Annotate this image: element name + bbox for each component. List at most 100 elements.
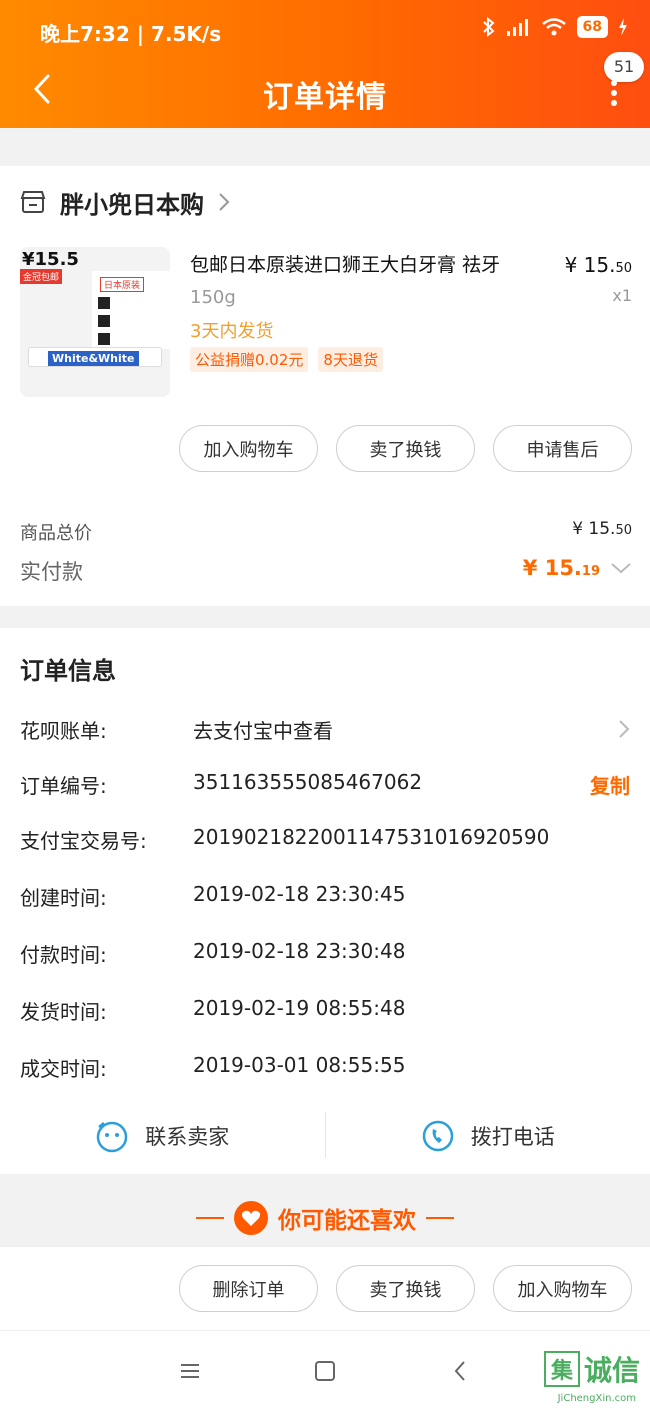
- watermark-text: 诚信: [583, 1354, 640, 1387]
- app-header: 晚上7:32 | 7.5K/s 68 订单详情 51: [0, 0, 650, 128]
- total-price-label: 商品总价: [20, 523, 92, 544]
- signal-icon: [506, 19, 528, 36]
- status-time: 晚上7:32 | 7.5K/s: [40, 22, 222, 46]
- watermark-url: JiChengXin.com: [557, 1393, 636, 1404]
- total-dec: 50: [615, 523, 632, 538]
- store-icon: [20, 191, 46, 213]
- thumbnail-brand: White&White: [48, 351, 139, 366]
- watermark-logo: 集: [543, 1351, 580, 1387]
- battery-indicator: 68: [576, 16, 608, 38]
- recommend-label: 你可能还喜欢: [278, 1208, 416, 1234]
- shipped-time-row: 发货时间: 2019-02-19 08:55:48: [20, 996, 632, 1026]
- tag-return: 8天退货: [318, 347, 383, 372]
- product-price: ¥ 15.50: [565, 253, 632, 277]
- checkbox-icon: [98, 297, 110, 309]
- checkbox-icon: [98, 333, 110, 345]
- info-key: 成交时间:: [20, 1057, 107, 1081]
- info-key: 创建时间:: [20, 886, 107, 910]
- chevron-right-icon: [619, 720, 630, 738]
- call-phone-label: 拨打电话: [470, 1125, 555, 1149]
- store-header[interactable]: 胖小兜日本购: [20, 186, 230, 219]
- call-phone-button[interactable]: 拨打电话: [326, 1108, 650, 1164]
- paid-int: ¥ 15.: [522, 556, 582, 580]
- info-key: 支付宝交易号:: [20, 829, 147, 853]
- paid-label: 实付款: [20, 560, 83, 584]
- thumbnail-price: ¥15.5: [22, 249, 79, 270]
- menu-button[interactable]: [170, 1355, 210, 1387]
- resell-button[interactable]: 卖了换钱: [336, 1265, 475, 1312]
- add-to-cart-button[interactable]: 加入购物车: [493, 1265, 632, 1312]
- paid-time-row: 付款时间: 2019-02-18 23:30:48: [20, 939, 632, 969]
- info-key: 付款时间:: [20, 943, 107, 967]
- site-watermark: 集 诚信 JiChengXin.com: [543, 1349, 640, 1404]
- product-title[interactable]: 包邮日本原装进口狮王大白牙膏 祛牙: [190, 250, 500, 277]
- contact-bar: 联系卖家 拨打电话: [0, 1108, 650, 1164]
- add-to-cart-button[interactable]: 加入购物车: [179, 425, 318, 472]
- info-value: 2019021822001147531016920590: [193, 825, 550, 849]
- thumbnail-box-title: 日本原装: [100, 277, 145, 292]
- more-dot-icon: [611, 80, 617, 86]
- info-key: 发货时间:: [20, 1000, 107, 1024]
- info-key: 订单编号:: [20, 774, 107, 798]
- home-square-icon: [315, 1361, 335, 1381]
- phone-icon: [422, 1120, 453, 1152]
- checkbox-icon: [98, 315, 110, 327]
- home-button[interactable]: [305, 1355, 345, 1387]
- chevron-down-icon: [611, 563, 631, 574]
- bottom-actions: 删除订单 卖了换钱 加入购物车: [0, 1265, 632, 1312]
- info-value: 2019-03-01 08:55:55: [193, 1053, 406, 1077]
- product-actions: 加入购物车 卖了换钱 申请售后: [0, 425, 632, 472]
- product-quantity: x1: [612, 286, 632, 305]
- info-value: 去支付宝中查看: [193, 719, 333, 743]
- huabei-bill-row[interactable]: 花呗账单: 去支付宝中查看: [20, 715, 632, 745]
- more-dot-icon: [611, 100, 617, 106]
- chevron-right-icon: [219, 193, 230, 211]
- paid-value: ¥ 15.19: [523, 556, 632, 580]
- contact-seller-button[interactable]: 联系卖家: [0, 1108, 325, 1164]
- bottom-action-bar: 删除订单 卖了换钱 加入购物车: [0, 1246, 650, 1330]
- chat-face-icon: [97, 1121, 128, 1153]
- contact-seller-label: 联系卖家: [145, 1125, 230, 1149]
- more-options-button[interactable]: [604, 76, 624, 110]
- order-info-title: 订单信息: [20, 657, 116, 685]
- bluetooth-icon: [482, 17, 495, 37]
- page-title: 订单详情: [263, 80, 387, 115]
- system-nav-bar: 集 诚信 JiChengXin.com: [0, 1330, 650, 1408]
- product-spec: 150g: [190, 287, 236, 308]
- copy-button[interactable]: 复制: [590, 770, 630, 799]
- menu-icon: [181, 1364, 199, 1378]
- total-int: ¥ 15.: [572, 519, 616, 539]
- status-icons: 68: [482, 16, 628, 38]
- deal-time-row: 成交时间: 2019-03-01 08:55:55: [20, 1053, 632, 1083]
- price-int: ¥ 15.: [564, 253, 616, 277]
- nav-back-button[interactable]: [440, 1355, 480, 1387]
- info-value: 351163555085467062: [193, 770, 423, 794]
- info-key: 花呗账单:: [20, 719, 107, 743]
- total-price-value: ¥ 15.50: [572, 519, 632, 539]
- wifi-icon: [541, 18, 566, 36]
- product-tags: 公益捐赠0.02元 8天退货: [190, 347, 383, 372]
- price-dec: 50: [615, 261, 632, 276]
- heart-icon: [234, 1201, 268, 1235]
- tag-donation: 公益捐赠0.02元: [190, 347, 309, 372]
- recommend-banner: 你可能还喜欢: [0, 1192, 650, 1244]
- store-order-card: 胖小兜日本购 ¥15.5 金冠包邮 日本原装 White&White 包邮日本原…: [0, 166, 650, 606]
- created-time-row: 创建时间: 2019-02-18 23:30:45: [20, 882, 632, 912]
- thumbnail-tag: 金冠包邮: [20, 269, 63, 284]
- decor-line: [426, 1217, 454, 1219]
- back-arrow-icon: [454, 1361, 465, 1381]
- delete-order-button[interactable]: 删除订单: [179, 1265, 318, 1312]
- product-thumbnail[interactable]: ¥15.5 金冠包邮 日本原装 White&White: [20, 247, 170, 397]
- status-bar: 晚上7:32 | 7.5K/s 68: [40, 14, 628, 46]
- shipping-note: 3天内发货: [190, 321, 274, 342]
- paid-amount: ¥ 15.19: [523, 556, 600, 580]
- charging-icon: [619, 18, 627, 36]
- after-sales-button[interactable]: 申请售后: [493, 425, 632, 472]
- order-number-row: 订单编号: 351163555085467062 复制: [20, 770, 632, 800]
- info-value: 2019-02-18 23:30:48: [193, 939, 406, 963]
- info-value: 2019-02-18 23:30:45: [193, 882, 406, 906]
- order-info-card: 订单信息 花呗账单: 去支付宝中查看 订单编号: 351163555085467…: [0, 628, 650, 1174]
- more-dot-icon: [611, 90, 617, 96]
- resell-button[interactable]: 卖了换钱: [336, 425, 475, 472]
- decor-line: [196, 1217, 224, 1219]
